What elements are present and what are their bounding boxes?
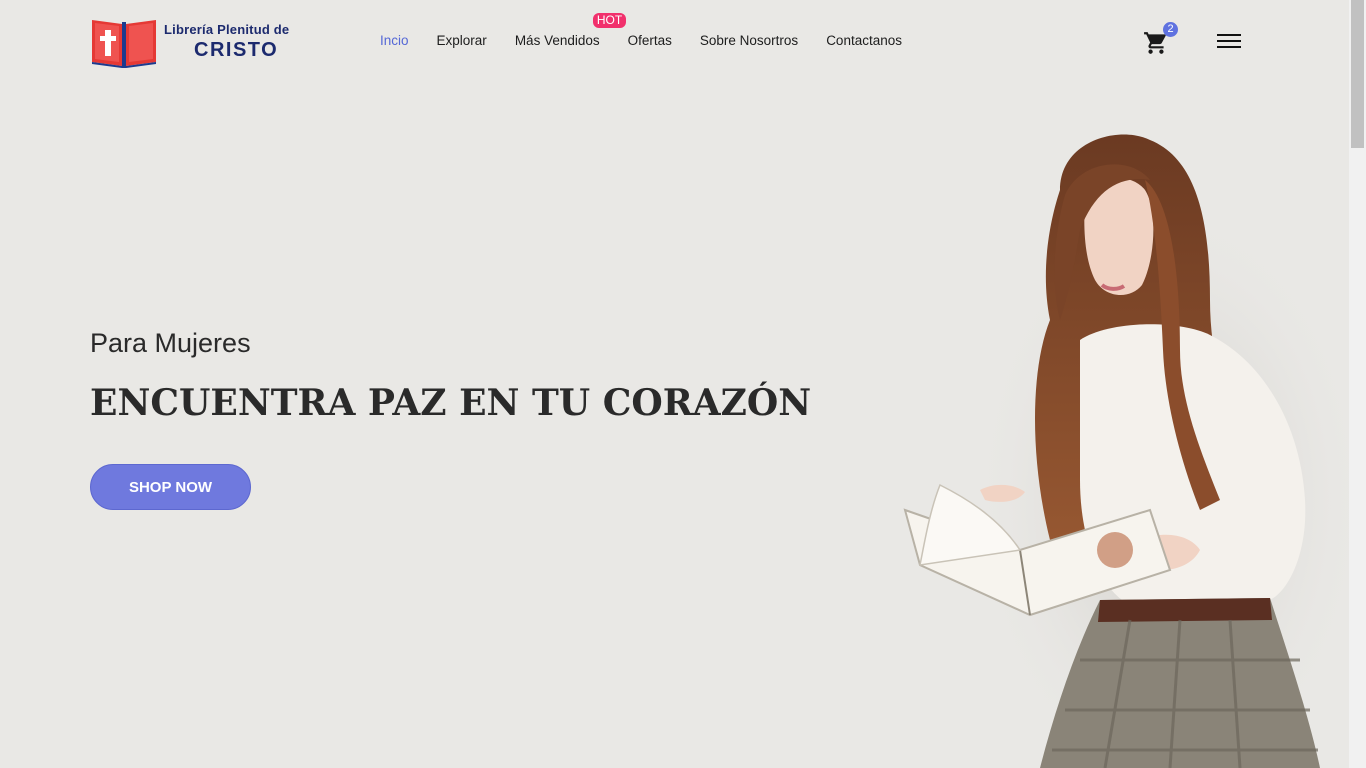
- hero-subtitle: Para Mujeres: [90, 328, 251, 358]
- open-book-cross-icon: [90, 14, 158, 68]
- nav-item-contactanos[interactable]: Contactanos: [826, 33, 902, 48]
- shop-now-button[interactable]: SHOP NOW: [90, 464, 251, 510]
- nav-item-ofertas[interactable]: Ofertas: [628, 33, 672, 48]
- cart-count-badge: 2: [1163, 22, 1178, 37]
- nav-item-explorar[interactable]: Explorar: [437, 33, 487, 48]
- nav-item-mas-vendidos[interactable]: Más Vendidos HOT: [514, 13, 627, 48]
- scrollbar-thumb[interactable]: [1351, 0, 1364, 148]
- site-header: Librería Plenitud de CRISTO Incio Explor…: [0, 0, 1349, 84]
- nav-item-mas-vendidos-label: Más Vendidos: [514, 33, 600, 48]
- nav-item-incio[interactable]: Incio: [380, 33, 409, 48]
- logo-text: Librería Plenitud de CRISTO: [164, 23, 289, 60]
- hot-badge: HOT: [592, 13, 627, 28]
- hero-image-woman-reading: [880, 120, 1349, 768]
- vertical-scrollbar[interactable]: [1349, 0, 1366, 768]
- site-logo[interactable]: Librería Plenitud de CRISTO: [90, 14, 315, 68]
- cart-button[interactable]: 2: [1143, 22, 1178, 56]
- logo-line1: Librería Plenitud de: [164, 21, 290, 37]
- nav-item-sobre-nosotros[interactable]: Sobre Nosortros: [700, 33, 798, 48]
- logo-line2: CRISTO: [194, 38, 279, 61]
- hero-headline: ENCUENTRA PAZ EN TU CORAZÓN: [90, 382, 812, 424]
- main-nav: Incio Explorar Más Vendidos HOT Ofertas …: [380, 13, 930, 48]
- page: Librería Plenitud de CRISTO Incio Explor…: [0, 0, 1349, 768]
- hamburger-menu-icon[interactable]: [1217, 34, 1241, 52]
